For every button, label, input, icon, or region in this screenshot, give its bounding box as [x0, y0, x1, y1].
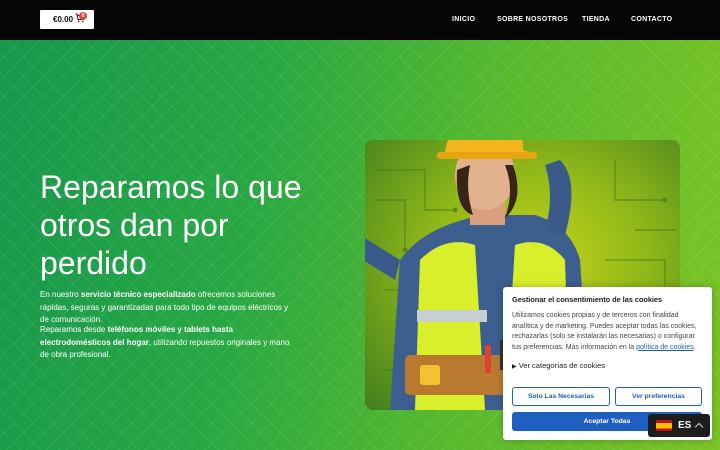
hero-paragraph-2-text: Reparamos desde [40, 325, 108, 334]
preferences-button[interactable]: Ver preferencias [615, 387, 702, 406]
language-selector[interactable]: ES [648, 414, 710, 437]
cookie-description-end: . [693, 343, 696, 351]
spain-flag-icon [656, 420, 672, 431]
nav-link-inicio[interactable]: INICIO [452, 16, 475, 23]
cookie-policy-link[interactable]: política de cookies [636, 344, 694, 351]
nav-link-contacto[interactable]: CONTACTO [631, 16, 672, 23]
cookie-categories-toggle[interactable]: ▶ Ver categorías de cookies [512, 361, 703, 370]
language-code: ES [678, 420, 692, 431]
cart-button[interactable]: €0.00 0 [40, 10, 94, 29]
cookie-description: Utilizamos cookies propias y de terceros… [512, 311, 703, 353]
hero-paragraph-1: En nuestro servicio técnico especializad… [40, 289, 290, 327]
nav-link-sobre-nosotros[interactable]: SOBRE NOSOTROS [497, 16, 568, 23]
hero-paragraph-1-bold: servicio técnico especializado [80, 290, 196, 299]
cookie-title: Gestionar el consentimiento de las cooki… [512, 295, 663, 304]
cart-price: €0.00 [53, 15, 74, 24]
top-navigation-bar: €0.00 0 INICIO SOBRE NOSOTROS TIENDA CON… [0, 0, 720, 40]
nav-link-tienda[interactable]: TIENDA [582, 16, 610, 23]
hero-paragraph-2: Reparamos desde teléfonos móviles y tabl… [40, 324, 290, 362]
necessary-only-button[interactable]: Solo Las Necesarias [512, 387, 610, 406]
hero-heading: Reparamos lo que otros dan por perdido [40, 169, 302, 281]
cookie-categories-label: Ver categorías de cookies [518, 361, 606, 370]
triangle-right-icon: ▶ [512, 364, 517, 370]
chevron-up-icon [695, 422, 704, 432]
hero-paragraph-1-text: En nuestro [40, 290, 81, 299]
cart-count-badge: 0 [79, 12, 87, 20]
